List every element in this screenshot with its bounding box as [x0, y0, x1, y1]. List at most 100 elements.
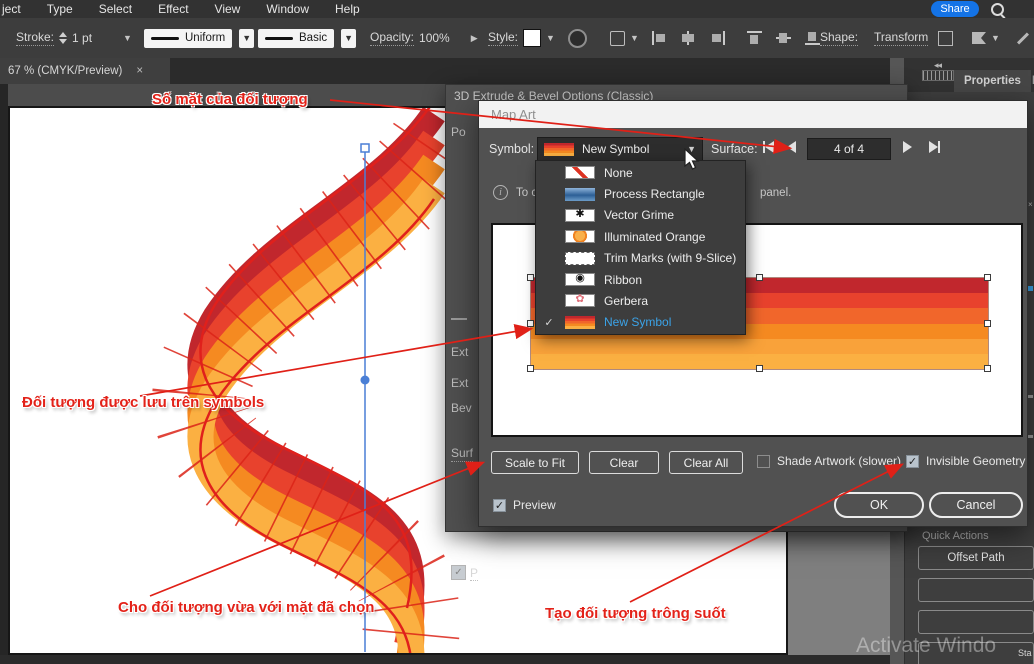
menu-item-select[interactable]: Select: [86, 2, 145, 16]
shade-artwork-label: Shade Artwork (slower): [777, 454, 901, 468]
previous-surface-button[interactable]: [787, 141, 796, 153]
menu-item-type[interactable]: Type: [34, 2, 86, 16]
menu-item-help[interactable]: Help: [322, 2, 373, 16]
close-icon[interactable]: ×: [1028, 200, 1033, 209]
chevron-down-icon[interactable]: ▼: [546, 33, 555, 43]
selection-handle[interactable]: [984, 274, 991, 281]
pen-icon[interactable]: [1017, 32, 1029, 44]
clear-button[interactable]: Clear: [589, 451, 659, 474]
pasteboard-bottom: [0, 655, 905, 664]
select-similar-icon[interactable]: [972, 32, 986, 44]
align-bottom-icon[interactable]: [805, 31, 820, 45]
offset-path-button[interactable]: Offset Path: [918, 546, 1034, 570]
menu-item-vector-grime[interactable]: Vector Grime: [536, 205, 745, 226]
symbol-menu: None Process Rectangle Vector Grime Illu…: [535, 160, 746, 335]
align-center-icon[interactable]: [681, 31, 696, 45]
artboard-icon[interactable]: [610, 31, 625, 46]
selection-handle[interactable]: [527, 274, 534, 281]
guide-anchor: [361, 376, 370, 385]
panel-mark: [1028, 435, 1033, 438]
mapped-stripe: [531, 339, 988, 354]
ok-button[interactable]: OK: [834, 492, 924, 518]
menu-item-effect[interactable]: Effect: [145, 2, 201, 16]
menu-item-view[interactable]: View: [202, 2, 254, 16]
menu-item-new-symbol[interactable]: ✓New Symbol: [536, 312, 745, 333]
new-symbol-swatch-icon: [565, 316, 595, 329]
transform-label[interactable]: Transform: [874, 30, 928, 46]
dialog-divider: [451, 318, 467, 320]
panel-tab-bar: ◂◂ Properties Libr: [904, 58, 1034, 92]
stroke-stepper[interactable]: [59, 32, 67, 44]
cancel-button[interactable]: Cancel: [929, 492, 1023, 518]
map-art-title: Map Art: [491, 107, 536, 122]
chevron-down-icon[interactable]: ▼: [991, 33, 1000, 43]
chevron-down-icon[interactable]: ▼: [341, 29, 356, 48]
share-button[interactable]: Share: [931, 1, 979, 17]
opacity-label[interactable]: Opacity:: [370, 30, 414, 46]
invisible-geometry-checkbox[interactable]: ✓: [906, 455, 919, 468]
clear-all-button[interactable]: Clear All: [669, 451, 743, 474]
invisible-geometry-label: Invisible Geometry: [926, 454, 1025, 468]
tab-libraries[interactable]: Libr: [1028, 70, 1034, 92]
next-surface-button[interactable]: [903, 141, 912, 153]
align-right-icon[interactable]: [710, 31, 725, 45]
scale-to-fit-button[interactable]: Scale to Fit: [491, 451, 579, 474]
align-left-icon[interactable]: [652, 31, 667, 45]
menu-item-ribbon[interactable]: Ribbon: [536, 269, 745, 290]
brush-dropdown[interactable]: Basic: [258, 29, 334, 48]
menu-item-gerbera[interactable]: Gerbera: [536, 290, 745, 311]
align-top-icon[interactable]: [747, 31, 762, 45]
search-icon[interactable]: [991, 3, 1004, 16]
none-swatch-icon: [565, 166, 595, 179]
brush-stroke-icon: [265, 37, 293, 40]
watermark-corner-text: Sta: [1018, 648, 1032, 658]
symbol-dropdown[interactable]: New Symbol ▼: [537, 137, 703, 161]
selection-handle[interactable]: [984, 365, 991, 372]
menu-item-process-rectangle[interactable]: Process Rectangle: [536, 183, 745, 204]
preview-label-partial: P: [470, 566, 478, 581]
invisible-geometry-row: ✓ Invisible Geometry: [906, 454, 1025, 468]
first-surface-button[interactable]: [763, 141, 774, 153]
preview-checkbox-dim[interactable]: ✓: [451, 565, 466, 580]
menu-item-illuminated-orange[interactable]: Illuminated Orange: [536, 226, 745, 247]
menu-item-window[interactable]: Window: [253, 2, 322, 16]
isolate-selection-icon[interactable]: [938, 31, 953, 46]
variable-width-dropdown[interactable]: Uniform: [144, 29, 232, 48]
style-swatch[interactable]: [523, 29, 541, 47]
opacity-value[interactable]: 100%: [419, 31, 450, 45]
surface-field[interactable]: 4 of 4: [807, 138, 891, 160]
chevron-down-icon[interactable]: ▼: [123, 33, 132, 43]
menu-item-trim-marks[interactable]: Trim Marks (with 9-Slice): [536, 248, 745, 269]
stroke-value[interactable]: 1 pt: [72, 31, 92, 45]
document-tab[interactable]: 67 % (CMYK/Preview) ×: [0, 58, 170, 84]
last-surface-button[interactable]: [929, 141, 940, 153]
align-middle-icon[interactable]: [776, 31, 791, 45]
menu-item-none[interactable]: None: [536, 162, 745, 183]
quick-action-button[interactable]: [918, 610, 1034, 634]
swatch-mark: [1028, 286, 1033, 291]
menu-item-object[interactable]: ject: [0, 2, 34, 16]
style-label[interactable]: Style:: [488, 30, 518, 46]
selection-handle[interactable]: [984, 320, 991, 327]
shade-artwork-checkbox[interactable]: [757, 455, 770, 468]
chevron-down-icon[interactable]: ▼: [630, 33, 639, 43]
tab-properties[interactable]: Properties: [954, 70, 1031, 92]
quick-action-button[interactable]: [918, 578, 1034, 602]
stroke-label[interactable]: Stroke:: [16, 30, 54, 46]
check-icon: ✓: [542, 316, 556, 329]
close-icon[interactable]: ×: [136, 65, 143, 77]
surface-label-partial: Surf: [451, 446, 473, 462]
shape-label[interactable]: Shape:: [820, 30, 858, 46]
preview-checkbox[interactable]: ✓: [493, 499, 506, 512]
selection-handle[interactable]: [527, 320, 534, 327]
selection-handle[interactable]: [527, 365, 534, 372]
annotation-transparent: Tạo đối tượng trông suốt: [545, 605, 726, 622]
ribbon-swatch-icon: [565, 273, 595, 286]
chevron-right-icon[interactable]: ▶: [471, 33, 478, 44]
document-setup-icon[interactable]: [568, 29, 587, 48]
chevron-down-icon[interactable]: ▼: [239, 29, 254, 48]
map-art-title-bar[interactable]: Map Art: [479, 101, 1027, 128]
preview-row: ✓ Preview: [493, 498, 556, 512]
selection-handle[interactable]: [756, 274, 763, 281]
selection-handle[interactable]: [756, 365, 763, 372]
